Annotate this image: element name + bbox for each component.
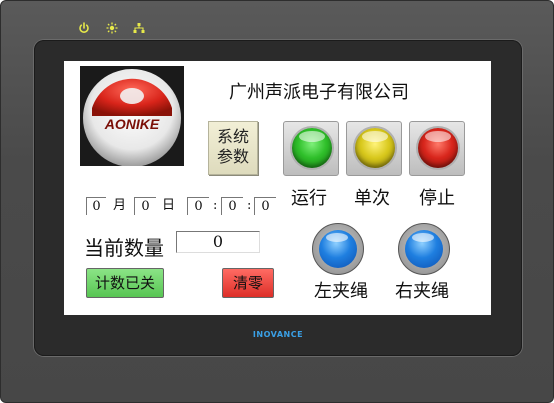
- single-lamp: [346, 121, 402, 176]
- current-count-label: 当前数量: [84, 236, 164, 260]
- clear-button[interactable]: 清零: [222, 268, 274, 298]
- minute-field[interactable]: 0: [221, 197, 243, 215]
- run-lamp: [283, 121, 339, 176]
- sun-icon: [106, 22, 118, 34]
- system-params-button[interactable]: 系统 参数: [208, 121, 258, 175]
- logo-text: AONIKE: [104, 116, 160, 132]
- hmi-device: INOVANCE AONIKE 广州声派电子有限公司 系统 参数 运行 单次 停…: [0, 0, 554, 403]
- count-toggle-button[interactable]: 计数已关: [86, 268, 164, 298]
- left-clamp-button[interactable]: [309, 220, 367, 276]
- run-label: 运行: [291, 188, 327, 209]
- time-separator: :: [247, 198, 252, 213]
- month-field[interactable]: 0: [86, 197, 106, 215]
- second-field[interactable]: 0: [254, 197, 276, 215]
- right-clamp-button[interactable]: [395, 220, 453, 276]
- left-clamp-label: 左夹绳: [314, 281, 368, 302]
- day-unit: 日: [162, 198, 176, 213]
- system-params-line2: 参数: [216, 147, 249, 166]
- right-clamp-label: 右夹绳: [395, 281, 449, 302]
- stop-label: 停止: [419, 188, 455, 209]
- brand-label: INOVANCE: [252, 330, 304, 339]
- company-name: 广州声派电子有限公司: [229, 82, 409, 103]
- time-separator: :: [213, 198, 218, 213]
- company-logo: AONIKE: [80, 66, 184, 166]
- current-count-value: 0: [176, 231, 260, 253]
- stop-lamp: [409, 121, 465, 176]
- single-label: 单次: [354, 188, 390, 209]
- hour-field[interactable]: 0: [187, 197, 209, 215]
- system-params-line1: 系统: [216, 127, 249, 146]
- power-icon: [78, 22, 90, 34]
- hmi-screen: AONIKE 广州声派电子有限公司 系统 参数 运行 单次 停止 0 月 0 日: [64, 61, 491, 315]
- network-icon: [133, 22, 145, 34]
- month-unit: 月: [113, 198, 127, 213]
- day-field[interactable]: 0: [134, 197, 156, 215]
